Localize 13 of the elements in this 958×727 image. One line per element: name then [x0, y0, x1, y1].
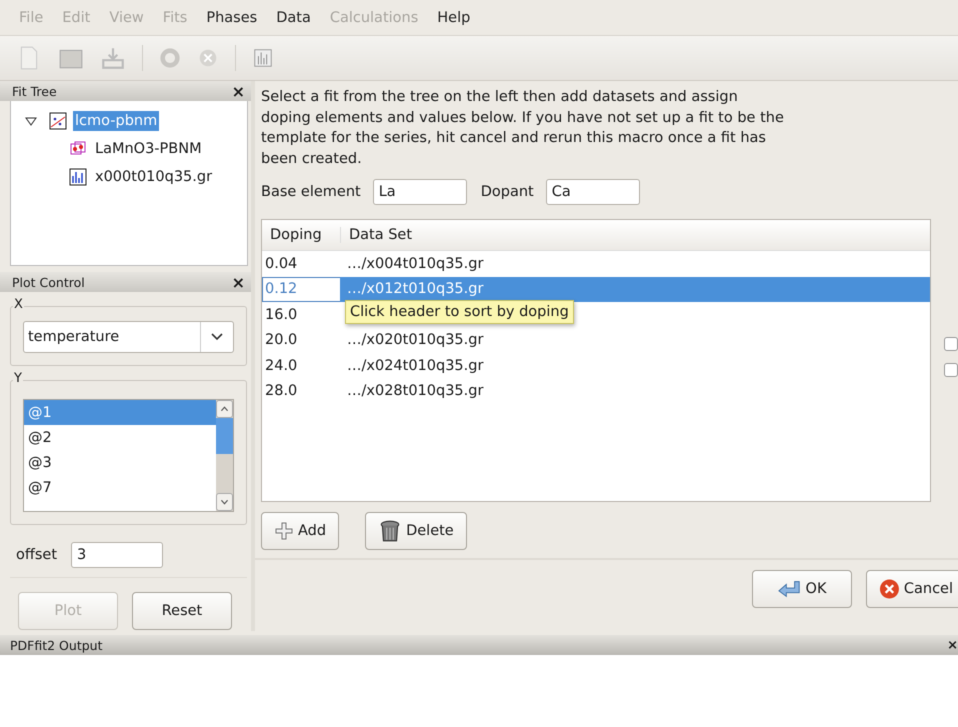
- instructions-text: Select a fit from the tree on the left then add datasets and assign doping elements and values below. If you have not set up a fit to be the template for the series, hit cancel and rerun this macro once a fit has been created.: [261, 88, 785, 168]
- panel-title: Plot Control: [12, 274, 85, 290]
- table-cell-text: 20.0: [264, 331, 298, 350]
- table-cell-text: 0.04: [264, 254, 298, 274]
- panel-title: PDFfit2 Output: [10, 638, 102, 652]
- tooltip: Click header to sort by doping: [345, 300, 574, 324]
- table-cell-text: 24.0: [264, 356, 298, 376]
- dopant-label: Dopant: [480, 184, 534, 200]
- table-cell-text: 28.0: [264, 382, 298, 402]
- table-cell-text: 16.0: [264, 306, 298, 325]
- offset-label: offset: [16, 547, 58, 563]
- base-element-label: Base element: [261, 184, 361, 200]
- panel-title: Fit Tree: [12, 84, 57, 98]
